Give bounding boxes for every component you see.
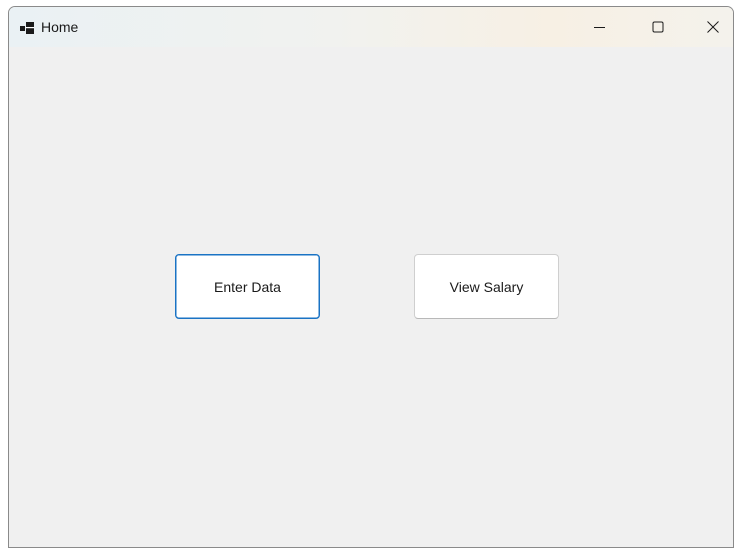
view-salary-button[interactable]: View Salary <box>414 254 559 319</box>
client-area: Enter Data View Salary <box>9 47 733 547</box>
minimize-icon <box>594 21 606 33</box>
title-bar[interactable]: Home <box>9 7 733 47</box>
maximize-icon <box>652 21 664 33</box>
close-icon <box>707 21 719 33</box>
enter-data-button[interactable]: Enter Data <box>175 254 320 319</box>
window-title: Home <box>41 19 79 35</box>
home-window: Home Enter Data View Salary <box>8 6 734 548</box>
view-salary-label: View Salary <box>449 278 524 295</box>
enter-data-label: Enter Data <box>214 278 281 295</box>
close-button[interactable] <box>690 7 733 47</box>
app-window-icon <box>20 21 34 34</box>
minimize-button[interactable] <box>577 7 623 47</box>
maximize-button[interactable] <box>635 7 681 47</box>
